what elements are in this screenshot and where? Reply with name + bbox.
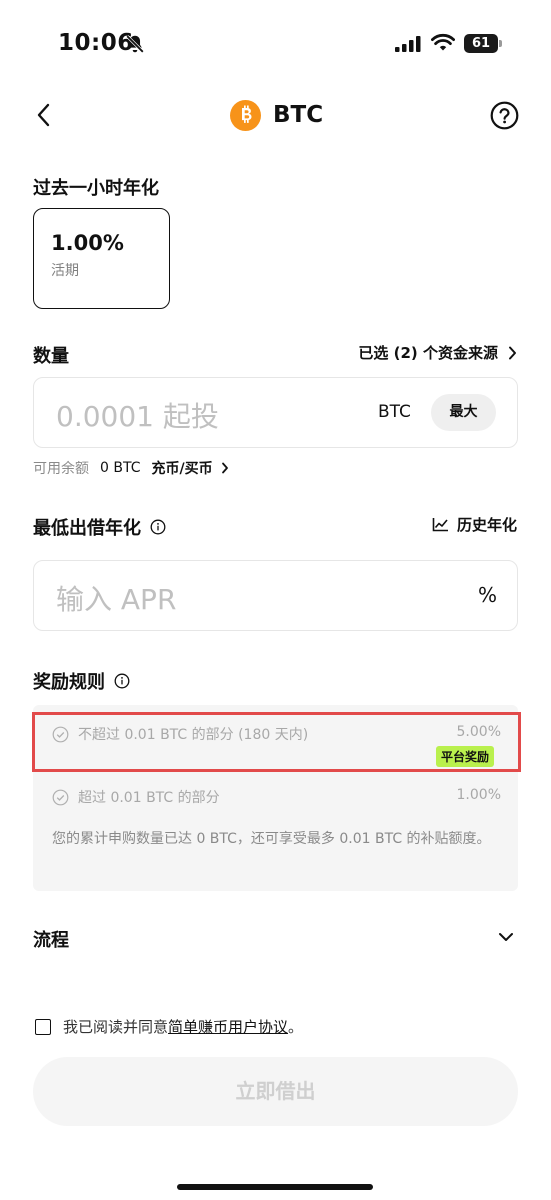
line-chart-icon	[432, 518, 448, 532]
term-card[interactable]: 1.00% 活期	[33, 208, 170, 309]
bitcoin-icon	[230, 99, 261, 131]
chevron-down-icon[interactable]	[497, 930, 515, 944]
battery-level: 61	[464, 34, 498, 53]
agreement-link[interactable]: 简单赚币用户协议	[168, 1016, 288, 1037]
battery-icon: 61	[464, 34, 502, 53]
wifi-icon	[431, 33, 455, 51]
balance-row: 可用余额 0 BTC 充币/买币	[33, 458, 229, 478]
balance-label: 可用余额	[33, 461, 89, 477]
chevron-right-icon	[509, 346, 516, 359]
header-title-group: BTC	[230, 98, 323, 132]
status-time: 10:06	[58, 30, 134, 56]
fund-sources-link[interactable]: 已选 (2) 个资金来源	[358, 342, 517, 363]
subsidy-note: 您的累计申购数量已达 0 BTC，还可享受最多 0.01 BTC 的补贴额度。	[52, 831, 491, 847]
agreement-row: 我已阅读并同意 简单赚币用户协议 。	[35, 1016, 303, 1037]
fund-sources-text: 已选 (2) 个资金来源	[358, 344, 498, 362]
deposit-buy-text: 充币/买币	[151, 461, 213, 477]
rules-label: 奖励规则	[33, 672, 105, 693]
apr-label-group: 最低出借年化	[33, 514, 166, 540]
tier-text: 超过 0.01 BTC 的部分	[78, 790, 220, 806]
apr-label: 最低出借年化	[33, 518, 141, 539]
term-label: 过去一小时年化	[33, 178, 159, 199]
page-title: BTC	[273, 102, 324, 128]
process-label[interactable]: 流程	[33, 926, 69, 952]
info-icon[interactable]	[114, 673, 130, 689]
history-apr-text: 历史年化	[456, 516, 517, 534]
check-circle-icon	[52, 789, 69, 806]
cellular-signal-icon	[395, 36, 421, 52]
back-button[interactable]	[28, 98, 58, 132]
apr-placeholder: 输入 APR	[56, 583, 177, 616]
apr-unit: %	[478, 583, 498, 607]
chevron-left-icon	[37, 103, 50, 127]
term-rate: 1.00%	[51, 231, 124, 255]
amount-label: 数量	[33, 346, 69, 367]
help-icon[interactable]	[490, 101, 519, 130]
apr-input[interactable]: 输入 APR %	[33, 560, 518, 631]
rules-label-group: 奖励规则	[33, 668, 130, 694]
bell-off-icon	[126, 35, 144, 53]
tier-rate: 1.00%	[456, 787, 501, 803]
amount-placeholder: 0.0001 起投	[56, 400, 219, 433]
deposit-buy-link[interactable]: 充币/买币	[151, 458, 228, 478]
term-type: 活期	[51, 263, 79, 279]
amount-unit: BTC	[378, 402, 411, 422]
agreement-prefix: 我已阅读并同意	[63, 1018, 169, 1036]
agreement-checkbox[interactable]	[35, 1018, 51, 1035]
history-apr-link[interactable]: 历史年化	[432, 514, 517, 535]
home-indicator	[177, 1184, 373, 1190]
agreement-suffix: 。	[288, 1018, 304, 1036]
balance-value: 0 BTC	[100, 460, 141, 476]
chevron-right-icon	[221, 462, 228, 474]
battery-tip	[499, 40, 502, 47]
max-button[interactable]: 最大	[431, 394, 496, 431]
bitcoin-symbol	[241, 105, 251, 123]
lend-now-button[interactable]: 立即借出	[33, 1057, 518, 1126]
highlight-box	[32, 712, 521, 772]
status-bar: 10:06 61	[0, 0, 551, 90]
lend-page: 10:06 61 BTC 过去一小时年化 1.00% 活期 数量 已选 (2) …	[0, 0, 551, 1200]
info-icon[interactable]	[150, 519, 166, 535]
amount-input[interactable]: 0.0001 起投 BTC 最大	[33, 377, 518, 448]
